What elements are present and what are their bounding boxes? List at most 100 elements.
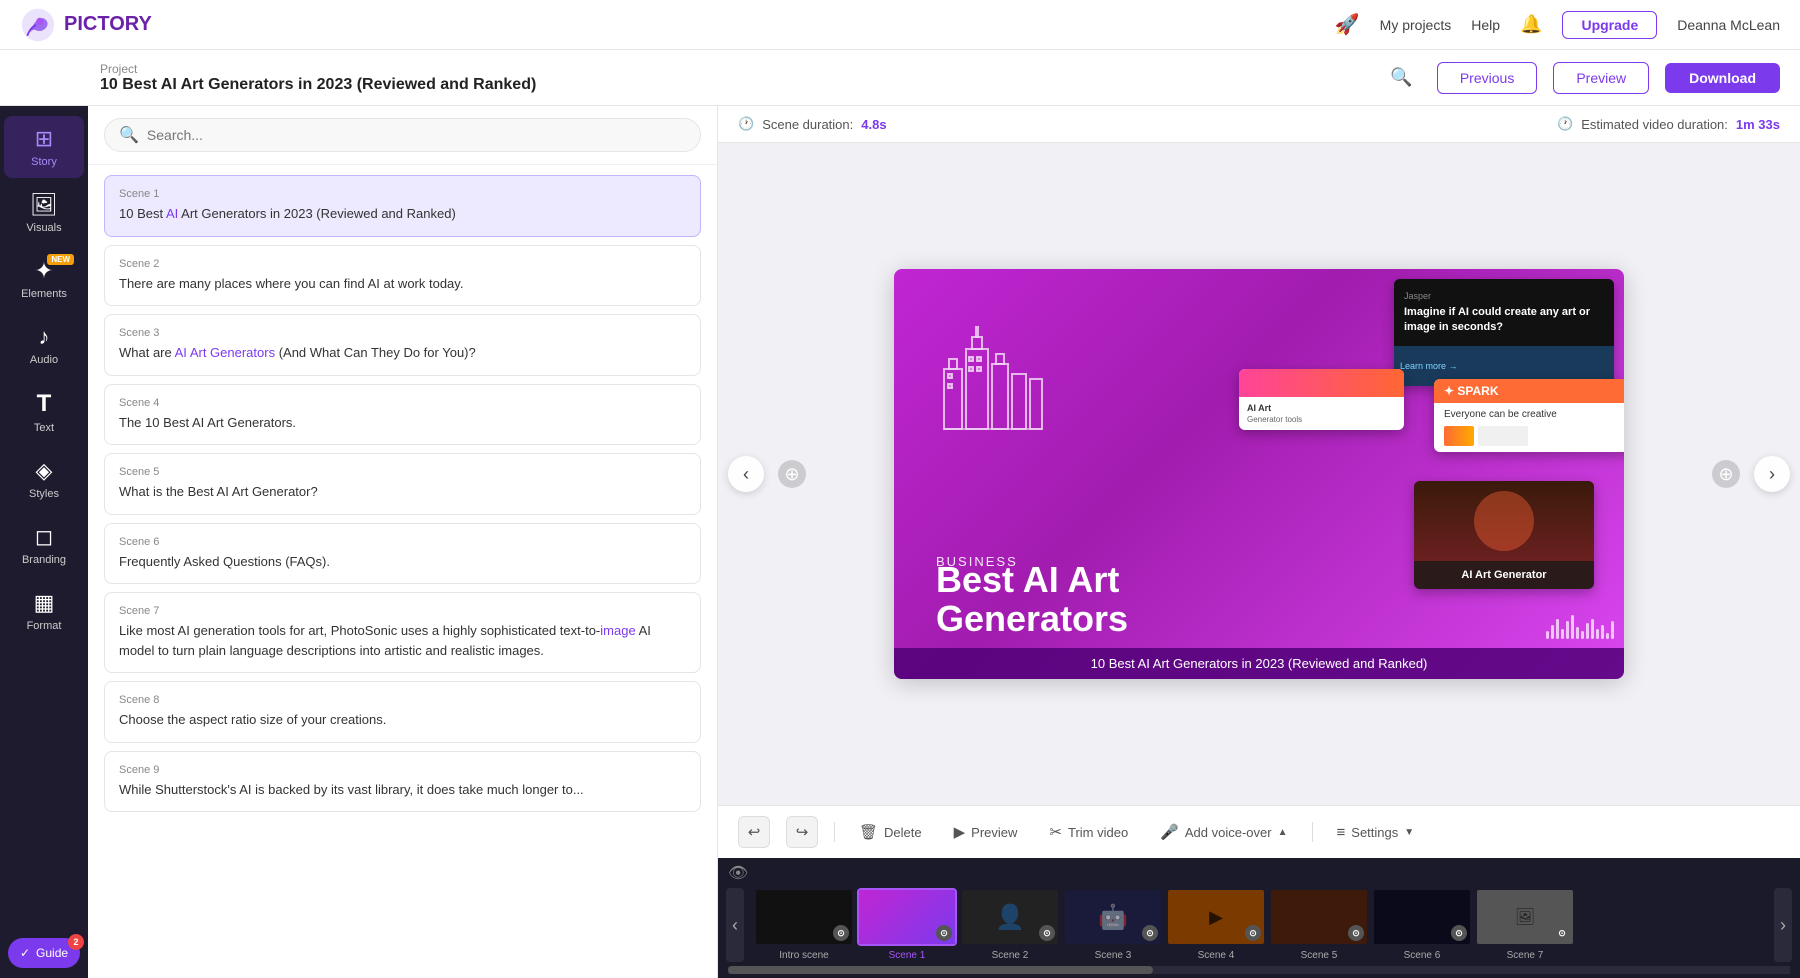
scene-card-8[interactable]: Scene 8 Choose the aspect ratio size of … <box>104 681 701 743</box>
sidebar: ⊞ Story 🖼 Visuals ✦ Elements NEW ♪ Audio… <box>0 106 88 978</box>
timeline-thumb-5[interactable]: ⊙ Scene 5 <box>1269 888 1369 962</box>
timeline-thumb-intro[interactable]: ⊙ Intro scene <box>754 888 854 962</box>
timeline-img-3: 🤖 ⊙ <box>1063 888 1163 946</box>
video-prev-btn[interactable]: ‹ <box>728 456 764 492</box>
project-title: 10 Best AI Art Generators in 2023 (Revie… <box>100 76 1374 94</box>
scene-card-5[interactable]: Scene 5 What is the Best AI Art Generato… <box>104 453 701 515</box>
separator-1 <box>834 822 835 842</box>
main-title: Best AI Art Generators <box>936 560 1128 639</box>
add-scene-right-btn[interactable]: ⊕ <box>1712 460 1740 488</box>
main-layout: ⊞ Story 🖼 Visuals ✦ Elements NEW ♪ Audio… <box>0 106 1800 978</box>
search-icon[interactable]: 🔍 <box>1390 67 1412 88</box>
scene-text-3: What are AI Art Generators (And What Can… <box>119 343 686 363</box>
header-bar: Project 10 Best AI Art Generators in 202… <box>0 50 1800 106</box>
trim-video-btn[interactable]: ✂ Trim video <box>1041 819 1136 845</box>
preview-ctrl-btn[interactable]: ▶ Preview <box>946 819 1026 845</box>
timeline-img-4: ▶ ⊙ <box>1166 888 1266 946</box>
sidebar-story-label: Story <box>31 156 57 168</box>
sidebar-item-story[interactable]: ⊞ Story <box>4 116 84 178</box>
scene-card-9[interactable]: Scene 9 While Shutterstock's AI is backe… <box>104 751 701 813</box>
preview-button[interactable]: Preview <box>1553 62 1649 94</box>
scene-text-2: There are many places where you can find… <box>119 274 686 294</box>
clock-icon-2: 🕐 <box>1557 116 1573 132</box>
scenes-list: Scene 1 10 Best AI Art Generators in 202… <box>88 165 717 978</box>
scene-text-1: 10 Best AI Art Generators in 2023 (Revie… <box>119 204 686 224</box>
sidebar-item-elements[interactable]: ✦ Elements NEW <box>4 248 84 310</box>
scene-label-4: Scene 4 <box>119 397 686 409</box>
scene-label-5: Scene 5 <box>119 466 686 478</box>
guide-badge: 2 <box>68 934 84 950</box>
search-input[interactable] <box>147 127 686 143</box>
scene-text-5: What is the Best AI Art Generator? <box>119 482 686 502</box>
screenshot-2: ✦ SPARK Everyone can be creative <box>1434 379 1624 452</box>
add-scene-left-btn[interactable]: ⊕ <box>778 460 806 488</box>
preview-label: Preview <box>971 825 1017 840</box>
timeline-thumb-4[interactable]: ▶ ⊙ Scene 4 <box>1166 888 1266 962</box>
video-next-btn[interactable]: › <box>1754 456 1790 492</box>
timeline-scrollbar-thumb <box>728 966 1153 974</box>
visibility-icon[interactable]: 👁 <box>728 863 748 883</box>
sidebar-branding-label: Branding <box>22 554 66 566</box>
sidebar-item-audio[interactable]: ♪ Audio <box>4 314 84 376</box>
scene-duration-value: 4.8s <box>861 117 886 132</box>
scene-text-7: Like most AI generation tools for art, P… <box>119 621 686 660</box>
timeline-next-btn[interactable]: › <box>1774 888 1792 962</box>
guide-button[interactable]: ✓ Guide 2 <box>8 938 80 968</box>
sidebar-item-branding[interactable]: ◻ Branding <box>4 514 84 576</box>
scene-card-7[interactable]: Scene 7 Like most AI generation tools fo… <box>104 592 701 673</box>
scene-card-3[interactable]: Scene 3 What are AI Art Generators (And … <box>104 314 701 376</box>
search-bar: 🔍 <box>88 106 717 165</box>
nav-notifications[interactable]: 🔔 <box>1520 14 1542 35</box>
scene-text-4: The 10 Best AI Art Generators. <box>119 413 686 433</box>
check-icon: ✓ <box>20 946 30 960</box>
delete-btn[interactable]: 🗑 Delete <box>851 819 930 845</box>
sidebar-item-format[interactable]: ▦ Format <box>4 580 84 642</box>
timeline-prev-btn[interactable]: ‹ <box>726 888 744 962</box>
timeline-label-1: Scene 1 <box>889 950 926 961</box>
timeline-scrollbar[interactable] <box>728 966 1790 974</box>
timeline-thumb-3[interactable]: 🤖 ⊙ Scene 3 <box>1063 888 1163 962</box>
undo-btn[interactable]: ↩ <box>738 816 770 848</box>
separator-2 <box>1312 822 1313 842</box>
upgrade-button[interactable]: Upgrade <box>1562 11 1657 39</box>
scene-card-6[interactable]: Scene 6 Frequently Asked Questions (FAQs… <box>104 523 701 585</box>
timeline-thumb-6[interactable]: ⊙ Scene 6 <box>1372 888 1472 962</box>
timeline-thumb-1[interactable]: ⊙ Scene 1 <box>857 888 957 962</box>
nav-my-projects[interactable]: My projects <box>1380 17 1452 33</box>
add-voiceover-btn[interactable]: 🎤 Add voice-over ▲ <box>1152 819 1295 845</box>
play-icon: ▶ <box>954 823 966 841</box>
screenshot-3: AI Art Generator <box>1414 481 1594 589</box>
timeline-img-7: 🖼 ⊙ <box>1475 888 1575 946</box>
previous-button[interactable]: Previous <box>1437 62 1537 94</box>
timeline-label-4: Scene 4 <box>1198 950 1235 961</box>
download-button[interactable]: Download <box>1665 63 1780 93</box>
branding-icon: ◻ <box>35 524 53 550</box>
format-icon: ▦ <box>34 590 55 616</box>
timeline-controls: 👁 <box>718 858 1800 888</box>
story-icon: ⊞ <box>35 126 53 152</box>
sidebar-item-styles[interactable]: ◈ Styles <box>4 448 84 510</box>
project-label: Project <box>100 62 1374 76</box>
sidebar-item-text[interactable]: T Text <box>4 380 84 444</box>
scene-text-9: While Shutterstock's AI is backed by its… <box>119 780 686 800</box>
scene-card-4[interactable]: Scene 4 The 10 Best AI Art Generators. <box>104 384 701 446</box>
trash-icon: 🗑 <box>859 823 878 841</box>
timeline-img-intro: ⊙ <box>754 888 854 946</box>
nav-help[interactable]: Help <box>1471 17 1500 33</box>
timeline-label-2: Scene 2 <box>992 950 1029 961</box>
scene-card-1[interactable]: Scene 1 10 Best AI Art Generators in 202… <box>104 175 701 237</box>
timeline-thumb-2[interactable]: 👤 ⊙ Scene 2 <box>960 888 1060 962</box>
timeline-scroll[interactable]: ⊙ Intro scene ⊙ Scene 1 <box>744 888 1774 962</box>
sidebar-item-visuals[interactable]: 🖼 Visuals <box>4 182 84 244</box>
redo-btn[interactable]: ↪ <box>786 816 818 848</box>
timeline-thumb-7[interactable]: 🖼 ⊙ Scene 7 <box>1475 888 1575 962</box>
settings-btn[interactable]: ≡ Settings ▼ <box>1329 820 1423 845</box>
control-bar: ↩ ↪ 🗑 Delete ▶ Preview ✂ Trim video 🎤 Ad… <box>718 805 1800 858</box>
settings-icon: ≡ <box>1337 824 1346 841</box>
guide-label: Guide <box>36 946 68 960</box>
scene-card-2[interactable]: Scene 2 There are many places where you … <box>104 245 701 307</box>
scene-label-6: Scene 6 <box>119 536 686 548</box>
trim-label: Trim video <box>1068 825 1128 840</box>
screenshot-1: Jasper Imagine if AI could create any ar… <box>1394 279 1614 386</box>
app-logo[interactable]: PICTORY <box>20 7 152 43</box>
